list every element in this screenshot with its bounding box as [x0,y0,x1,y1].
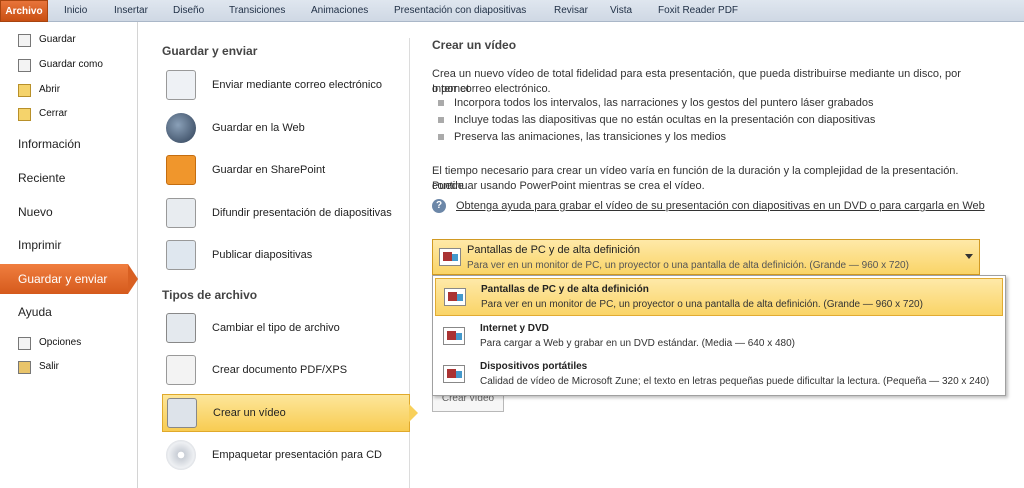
folder-open-icon [18,83,31,97]
nav-reciente[interactable]: Reciente [18,167,65,189]
option-desc: Para cargar a Web y grabar en un DVD est… [480,338,795,349]
help-row: ? Obtenga ayuda para grabar el vídeo de … [432,199,985,213]
screen-icon [439,248,461,266]
option-email[interactable]: Enviar mediante correo electrónico [162,66,410,104]
option-package-cd[interactable]: Empaquetar presentación para CD [162,436,410,474]
section-guardar-enviar: Guardar y enviar [162,44,258,58]
tab-insertar[interactable]: Insertar [114,0,148,22]
save-as-icon [18,58,31,72]
chevron-down-icon[interactable] [965,254,973,259]
option-broadcast[interactable]: Difundir presentación de diapositivas [162,194,410,232]
sharepoint-icon [166,155,196,185]
option-desc: Para ver en un monitor de PC, un proyect… [481,299,923,310]
option-label: Guardar en la Web [212,122,305,134]
nav-ayuda[interactable]: Ayuda [18,301,52,323]
option-publish[interactable]: Publicar diapositivas [162,236,410,274]
nav-imprimir[interactable]: Imprimir [18,234,61,256]
publish-slides-icon [166,240,196,270]
dropdown-desc: Para ver en un monitor de PC, un proyect… [467,260,909,271]
tab-inicio[interactable]: Inicio [64,0,87,22]
dropdown-title: Pantallas de PC y de alta definición [467,244,641,256]
option-create-video[interactable]: Crear un vídeo [162,394,418,432]
option-title: Internet y DVD [480,323,549,334]
tab-revisar[interactable]: Revisar [554,0,588,22]
video-icon [167,398,197,428]
tab-transiciones[interactable]: Transiciones [229,0,285,22]
option-label: Crear documento PDF/XPS [212,364,348,376]
tab-diseno[interactable]: Diseño [173,0,204,22]
time-line-2: continuar usando PowerPoint mientras se … [432,180,705,192]
ribbon-tabs: Archivo Inicio Insertar Diseño Transicio… [0,0,1024,22]
option-label: Guardar en SharePoint [212,164,326,176]
exit-icon [18,360,31,374]
nav-nuevo[interactable]: Nuevo [18,201,53,223]
save-send-options: Guardar y enviar Enviar mediante correo … [150,38,418,488]
option-hd[interactable]: Pantallas de PC y de alta definición Par… [435,278,1003,316]
globe-icon [166,113,196,143]
nav-label: Guardar como [39,59,103,70]
folder-close-icon [18,107,31,121]
feature-bullet: Incluye todas las diapositivas que no es… [438,114,875,126]
nav-cerrar[interactable]: Cerrar [18,105,67,123]
screen-icon [443,327,465,345]
nav-salir[interactable]: Salir [18,358,59,376]
option-label: Cambiar el tipo de archivo [212,322,340,334]
nav-label: Abrir [39,84,61,95]
option-label: Enviar mediante correo electrónico [212,79,382,91]
option-pdf-xps[interactable]: Crear documento PDF/XPS [162,351,410,389]
option-sharepoint[interactable]: Guardar en SharePoint [162,151,410,189]
portable-device-icon [443,365,465,383]
panel-title: Crear un vídeo [432,38,517,52]
nav-label: Opciones [39,337,82,348]
help-icon: ? [432,199,446,213]
tab-archivo[interactable]: Archivo [0,0,48,22]
change-filetype-icon [166,313,196,343]
option-label: Publicar diapositivas [212,249,313,261]
screen-icon [444,288,466,306]
nav-informacion[interactable]: Información [18,133,81,155]
tab-foxit[interactable]: Foxit Reader PDF [658,0,738,22]
nav-guardar-como[interactable]: Guardar como [18,56,103,74]
quality-dropdown[interactable]: Pantallas de PC y de alta definición Par… [432,239,980,275]
nav-opciones[interactable]: Opciones [18,334,81,352]
help-link[interactable]: Obtenga ayuda para grabar el vídeo de su… [456,200,985,212]
options-icon [18,336,31,350]
option-title: Pantallas de PC y de alta definición [481,284,649,295]
option-label: Difundir presentación de diapositivas [212,207,392,219]
tab-animaciones[interactable]: Animaciones [311,0,368,22]
feature-bullet: Preserva las animaciones, las transicion… [438,131,726,143]
option-web[interactable]: Guardar en la Web [162,109,410,147]
option-label: Crear un vídeo [213,407,286,419]
tab-vista[interactable]: Vista [610,0,632,22]
nav-label: Guardar [39,34,76,45]
cd-icon [166,440,196,470]
nav-guardar-y-enviar[interactable]: Guardar y enviar [0,264,138,294]
nav-label: Cerrar [39,108,68,119]
nav-label: Salir [39,361,60,372]
intro-line-2: o por correo electrónico. [432,83,551,95]
option-change-type[interactable]: Cambiar el tipo de archivo [162,309,410,347]
section-tipos-archivo: Tipos de archivo [162,288,258,302]
projector-icon [166,198,196,228]
nav-guardar[interactable]: Guardar [18,31,76,49]
option-internet-dvd[interactable]: Internet y DVD Para cargar a Web y graba… [435,318,1003,356]
pdf-document-icon [166,355,196,385]
backstage-nav: Guardar Guardar como Abrir Cerrar Inform… [0,22,138,488]
option-title: Dispositivos portátiles [480,361,588,372]
quality-options-list: Pantallas de PC y de alta definición Par… [432,275,1006,396]
save-icon [18,33,31,47]
option-portable[interactable]: Dispositivos portátiles Calidad de vídeo… [435,356,1003,394]
option-desc: Calidad de vídeo de Microsoft Zune; el t… [480,376,990,387]
nav-abrir[interactable]: Abrir [18,81,60,99]
envelope-icon [166,70,196,100]
tab-presentacion[interactable]: Presentación con diapositivas [394,0,526,22]
feature-bullet: Incorpora todos los intervalos, las narr… [438,97,873,109]
option-label: Empaquetar presentación para CD [212,449,382,461]
